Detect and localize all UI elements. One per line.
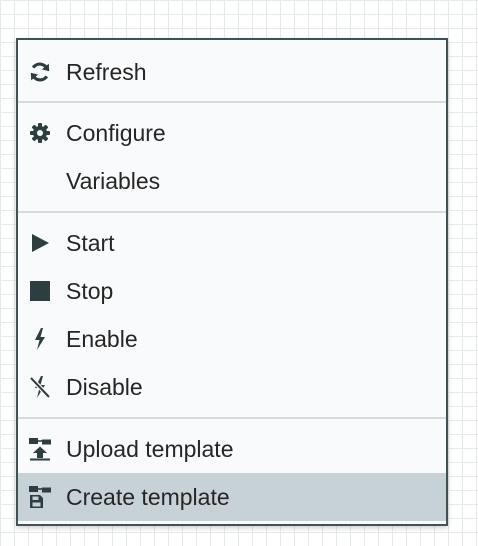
- refresh-icon: [28, 60, 52, 84]
- menu-item-disable[interactable]: Disable: [18, 363, 446, 411]
- menu-item-configure[interactable]: Configure: [18, 109, 446, 157]
- play-icon: [28, 231, 52, 255]
- menu-item-start-label: Start: [66, 230, 115, 256]
- gear-icon: [28, 121, 52, 145]
- upload-template-icon: [28, 437, 52, 461]
- menu-item-stop-label: Stop: [66, 278, 114, 304]
- menu-item-upload-template-label: Upload template: [66, 436, 234, 462]
- menu-item-variables[interactable]: Variables: [18, 157, 446, 205]
- menu-item-variables-label: Variables: [66, 168, 161, 194]
- menu-separator: [18, 101, 446, 103]
- context-menu: Refresh Configure Variables Start Stop E…: [16, 38, 448, 526]
- menu-item-stop[interactable]: Stop: [18, 267, 446, 315]
- menu-item-upload-template[interactable]: Upload template: [18, 425, 446, 473]
- menu-item-create-template-label: Create template: [66, 484, 230, 510]
- bolt-icon: [28, 327, 52, 351]
- menu-item-configure-label: Configure: [66, 120, 166, 146]
- create-template-icon: [28, 485, 52, 509]
- menu-item-start[interactable]: Start: [18, 219, 446, 267]
- menu-item-refresh-label: Refresh: [66, 59, 147, 85]
- menu-item-disable-label: Disable: [66, 374, 143, 400]
- menu-separator: [18, 417, 446, 419]
- menu-item-create-template[interactable]: Create template: [18, 473, 446, 521]
- bolt-slash-icon: [28, 375, 52, 399]
- stop-icon: [28, 279, 52, 303]
- menu-separator: [18, 211, 446, 213]
- menu-item-enable-label: Enable: [66, 326, 138, 352]
- menu-item-refresh[interactable]: Refresh: [18, 48, 446, 96]
- menu-item-enable[interactable]: Enable: [18, 315, 446, 363]
